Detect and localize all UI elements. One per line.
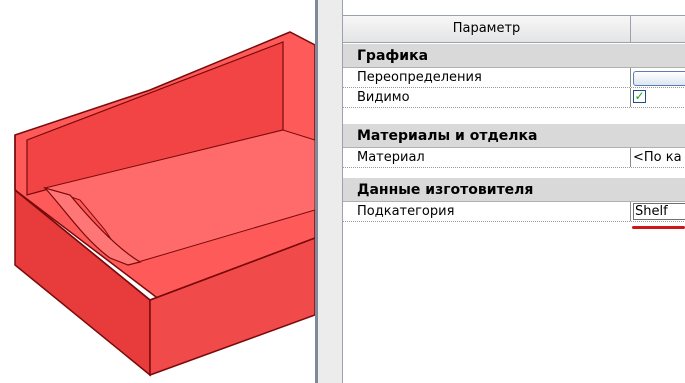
group-title: Графика: [357, 48, 429, 64]
property-row-overrides[interactable]: Переопределения: [343, 68, 685, 88]
highlight-underline: [632, 226, 685, 229]
subcategory-input[interactable]: Shelf: [633, 203, 685, 220]
property-label: Подкатегория: [355, 202, 631, 221]
grid-header: Параметр: [343, 15, 685, 43]
properties-panel-gutter: [318, 0, 342, 383]
properties-grid: Параметр Графика Переопределения Видимо …: [342, 0, 685, 383]
property-row-material[interactable]: Материал <По ка: [343, 148, 685, 168]
group-title: Материалы и отделка: [357, 128, 538, 144]
property-row-visible[interactable]: Видимо ✓: [343, 88, 685, 108]
visible-checkbox[interactable]: ✓: [633, 90, 646, 103]
column-header-parameter[interactable]: Параметр: [343, 16, 631, 42]
property-value: ✓: [631, 88, 685, 107]
property-value: [631, 68, 685, 87]
checkmark-icon: ✓: [634, 89, 645, 103]
3d-viewport[interactable]: [0, 0, 315, 383]
property-value: Shelf: [631, 202, 685, 221]
column-header-value[interactable]: [631, 16, 685, 42]
group-manufacturer-data[interactable]: Данные изготовителя: [343, 178, 685, 202]
property-label: Материал: [355, 148, 631, 167]
group-materials[interactable]: Материалы и отделка: [343, 124, 685, 148]
group-title: Данные изготовителя: [357, 182, 534, 198]
property-row-subcategory[interactable]: Подкатегория Shelf: [343, 202, 685, 222]
shelf-3d-model[interactable]: [0, 0, 315, 383]
property-label: Видимо: [355, 88, 631, 107]
overrides-edit-button[interactable]: [633, 71, 685, 86]
group-graphics[interactable]: Графика: [343, 44, 685, 68]
material-value[interactable]: <По ка: [631, 148, 685, 167]
property-label: Переопределения: [355, 68, 631, 87]
